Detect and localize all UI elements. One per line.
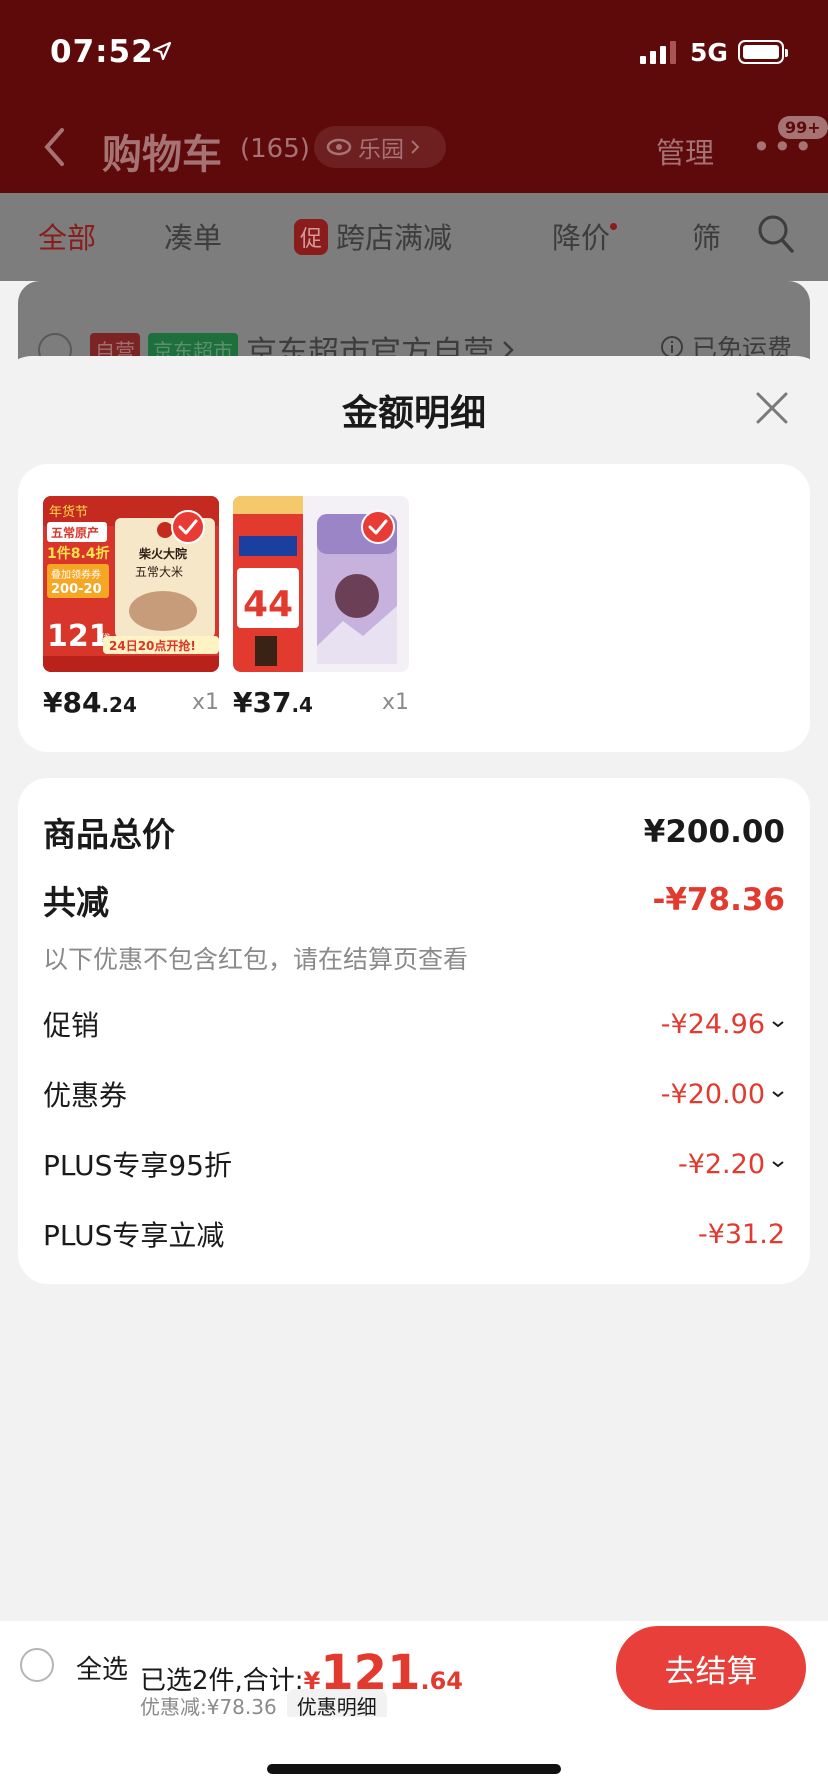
filter-tabs: 全部 凑单 促跨店满减 降价 筛 <box>0 193 828 281</box>
product-image: 年货节 五常原产 1件8.4折 叠加领券券 200-20 121 /袋 柴火大院… <box>43 496 219 672</box>
product-quantity: x1 <box>381 690 409 715</box>
checkout-bar: 全选 已选2件,合计: ¥121.64 优惠减:¥78.36 优惠明细 去结算 <box>0 1621 828 1722</box>
discount-note: 以下优惠不包含红包，请在结算页查看 <box>43 945 469 974</box>
price-summary-card: 商品总价 ¥200.00 共减 -¥78.36 以下优惠不包含红包，请在结算页查… <box>18 778 810 1284</box>
paradise-pill[interactable]: 乐园 <box>314 126 446 168</box>
product-price: ¥84.24 <box>43 686 137 719</box>
network-type: 5G <box>690 38 728 67</box>
total-reduce-row: 共减 -¥78.36 <box>43 876 785 924</box>
svg-text:叠加领券券: 叠加领券券 <box>51 568 101 581</box>
checked-icon <box>361 510 395 544</box>
location-arrow-icon <box>152 41 172 61</box>
checkout-button[interactable]: 去结算 <box>616 1626 806 1710</box>
total-reduce-label: 共减 <box>43 883 109 922</box>
promotion-row[interactable]: 促销 -¥24.96 <box>43 1004 785 1044</box>
plus-reduce-row: PLUS专享立减 -¥31.2 <box>43 1214 785 1254</box>
amount-detail-sheet: 金额明细 年货节 五常原产 1件8.4折 叠加领券券 200-20 121 /袋 <box>0 356 828 1621</box>
manage-button[interactable]: 管理 <box>656 130 714 172</box>
promotion-label: 促销 <box>43 1009 100 1042</box>
svg-text:1件8.4折: 1件8.4折 <box>47 545 110 562</box>
promotion-value: -¥24.96 <box>660 1008 765 1040</box>
product-item[interactable]: 年货节 五常原产 1件8.4折 叠加领券券 200-20 121 /袋 柴火大院… <box>43 496 219 719</box>
paradise-label: 乐园 <box>358 137 404 163</box>
svg-text:44: 44 <box>243 584 293 625</box>
home-indicator-area <box>0 1717 828 1792</box>
sheet-title: 金额明细 <box>341 393 486 434</box>
svg-text:五常原产: 五常原产 <box>51 525 99 540</box>
product-quantity: x1 <box>191 690 219 715</box>
svg-text:年货节: 年货节 <box>49 504 88 520</box>
chevron-down-icon <box>772 1091 784 1098</box>
tab-bundle[interactable]: 凑单 <box>164 215 222 257</box>
plus-discount-label: PLUS专享95折 <box>43 1149 232 1182</box>
back-arrow-icon[interactable] <box>42 126 66 168</box>
svg-text:柴火大院: 柴火大院 <box>138 546 187 561</box>
tab-cross-store-label: 跨店满减 <box>336 221 453 255</box>
select-all-radio[interactable] <box>20 1648 54 1682</box>
cart-count: (165) <box>240 134 310 164</box>
chevron-down-icon <box>772 1161 784 1168</box>
coupon-row[interactable]: 优惠券 -¥20.00 <box>43 1074 785 1114</box>
tab-cross-store[interactable]: 促跨店满减 <box>294 215 452 257</box>
search-icon[interactable] <box>756 213 796 255</box>
promo-tag: 促 <box>294 219 329 255</box>
plus-discount-value: -¥2.20 <box>677 1148 765 1180</box>
product-price: ¥37.4 <box>233 686 313 719</box>
plus-reduce-value: -¥31.2 <box>697 1218 785 1250</box>
eye-icon <box>326 138 352 156</box>
checked-icon <box>171 510 205 544</box>
tab-filter[interactable]: 筛 <box>692 215 721 257</box>
plus-reduce-label: PLUS专享立减 <box>43 1219 225 1252</box>
message-badge: 99+ <box>778 116 828 139</box>
select-all-label[interactable]: 全选 <box>76 1649 128 1686</box>
svg-text:200-20: 200-20 <box>51 582 102 597</box>
product-image: 44 <box>233 496 409 672</box>
total-price-row: 商品总价 ¥200.00 <box>43 808 785 856</box>
battery-icon <box>738 40 788 64</box>
new-dot <box>610 223 618 230</box>
svg-text:五常大米: 五常大米 <box>135 565 183 579</box>
status-time: 07:52 <box>50 34 154 70</box>
chevron-down-icon <box>772 1021 784 1028</box>
chevron-right-icon <box>411 140 420 154</box>
plus-discount-row[interactable]: PLUS专享95折 -¥2.20 <box>43 1144 785 1184</box>
page-title: 购物车 <box>102 132 222 178</box>
total-reduce-value: -¥78.36 <box>652 882 786 918</box>
coupon-label: 优惠券 <box>43 1079 128 1112</box>
tab-price-drop[interactable]: 降价 <box>552 215 618 257</box>
coupon-value: -¥20.00 <box>660 1078 765 1110</box>
total-price-value: ¥200.00 <box>643 814 785 850</box>
home-indicator[interactable] <box>267 1764 561 1774</box>
tab-all[interactable]: 全部 <box>38 215 96 257</box>
close-icon[interactable] <box>754 390 790 426</box>
tab-price-drop-label: 降价 <box>552 221 611 255</box>
signal-icon <box>640 40 676 64</box>
status-bar: 07:52 5G <box>0 0 828 104</box>
discount-amount-text: 优惠减:¥78.36 <box>140 1695 277 1719</box>
total-price-label: 商品总价 <box>43 815 175 854</box>
product-item[interactable]: 44 ¥37.4 x1 <box>233 496 409 719</box>
products-card: 年货节 五常原产 1件8.4折 叠加领券券 200-20 121 /袋 柴火大院… <box>18 464 810 752</box>
svg-text:24日20点开抢!: 24日20点开抢! <box>109 638 196 653</box>
cart-navbar: 购物车 (165) 乐园 管理 ••• 99+ <box>0 112 828 184</box>
